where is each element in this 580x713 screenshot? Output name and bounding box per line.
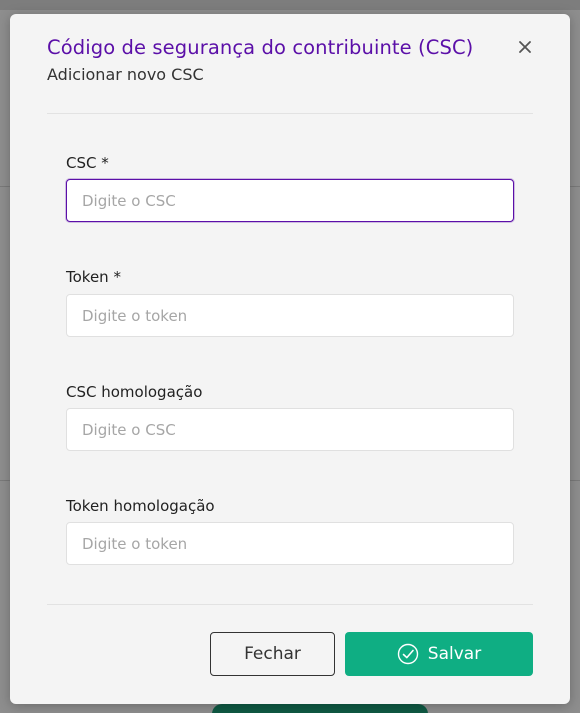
- close-button[interactable]: Fechar: [210, 632, 335, 676]
- background-button: [212, 704, 428, 713]
- token-homologacao-label: Token homologação: [66, 497, 215, 515]
- close-icon: [519, 41, 531, 53]
- csc-input[interactable]: [66, 179, 514, 222]
- modal-subtitle: Adicionar novo CSC: [47, 65, 204, 84]
- background-header: [0, 0, 580, 10]
- save-button[interactable]: Salvar: [345, 632, 533, 676]
- csc-homologacao-input[interactable]: [66, 408, 514, 451]
- close-button-label: Fechar: [244, 644, 301, 664]
- check-circle-icon: [397, 643, 418, 665]
- token-input[interactable]: [66, 294, 514, 337]
- close-modal-button[interactable]: [514, 36, 536, 58]
- footer-divider: [47, 604, 533, 605]
- header-divider: [47, 113, 533, 114]
- csc-homologacao-label: CSC homologação: [66, 383, 203, 401]
- csc-label: CSC *: [66, 154, 109, 172]
- save-button-label: Salvar: [427, 644, 482, 664]
- token-homologacao-input[interactable]: [66, 522, 514, 565]
- csc-modal: Código de segurança do contribuinte (CSC…: [10, 14, 570, 704]
- modal-title: Código de segurança do contribuinte (CSC…: [47, 36, 474, 59]
- token-label: Token *: [66, 268, 121, 286]
